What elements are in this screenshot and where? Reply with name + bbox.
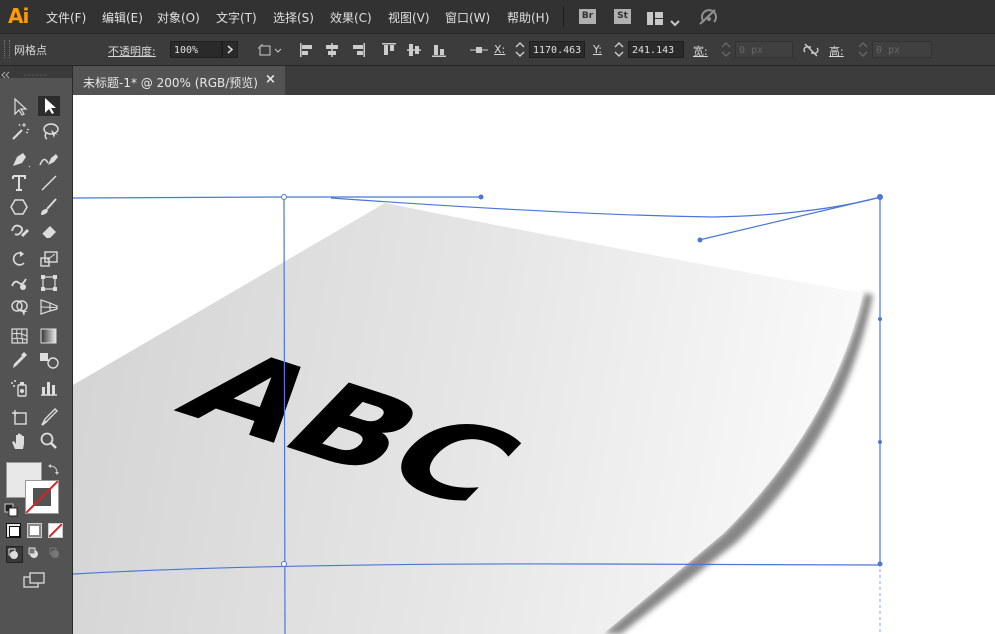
default-fill-stroke-icon[interactable] <box>4 502 18 521</box>
graph-tool-icon[interactable] <box>38 378 60 398</box>
shape-tool-icon[interactable] <box>9 197 31 217</box>
app-logo: Ai <box>8 4 29 28</box>
hand-tool-icon[interactable] <box>9 431 31 451</box>
stroke-swatch[interactable] <box>25 480 59 514</box>
tools-panel <box>0 66 73 634</box>
warp-tool-icon[interactable] <box>9 273 31 293</box>
chevron-down-icon[interactable] <box>670 12 680 31</box>
pen-tool-icon[interactable] <box>9 149 31 169</box>
color-mode-button[interactable] <box>6 523 21 538</box>
align-vertical-center-icon[interactable] <box>406 42 422 58</box>
artboard-canvas[interactable]: ABC <box>73 95 995 634</box>
width-field: 0 px <box>735 41 793 58</box>
workspace-switcher-icon[interactable] <box>647 10 663 25</box>
y-field[interactable]: 241.143 <box>628 41 684 58</box>
bridge-button[interactable]: Br <box>579 9 596 24</box>
menu-edit[interactable]: 编辑(E) <box>102 9 143 26</box>
menu-object[interactable]: 对象(O) <box>157 9 200 26</box>
width-label: 宽: <box>693 45 708 58</box>
paintbrush-icon[interactable] <box>38 197 60 217</box>
mesh-tool-icon[interactable] <box>9 326 31 346</box>
constrain-proportions-icon[interactable] <box>803 42 819 58</box>
scale-tool-icon[interactable] <box>38 249 60 269</box>
artboard-tool-icon[interactable] <box>9 407 31 427</box>
eyedropper-icon[interactable] <box>9 350 31 370</box>
opacity-label[interactable]: 不透明度: <box>108 43 156 59</box>
align-horizontal-center-icon[interactable] <box>324 42 340 58</box>
transform-reference-icon[interactable] <box>258 42 284 58</box>
menu-separator <box>563 6 564 27</box>
perspective-grid-icon[interactable] <box>38 297 60 317</box>
menu-type[interactable]: 文字(T) <box>216 9 257 26</box>
y-label: Y: <box>593 43 602 56</box>
symbol-sprayer-icon[interactable] <box>9 378 31 398</box>
x-field[interactable]: 1170.463 <box>529 41 585 58</box>
type-tool-icon[interactable] <box>9 173 31 193</box>
blend-tool-icon[interactable] <box>38 350 60 370</box>
control-bar: 网格点 不透明度: 100% X: 1170.463 Y: 241.143 宽:… <box>0 33 995 66</box>
close-tab-icon[interactable]: × <box>265 72 276 87</box>
menu-select[interactable]: 选择(S) <box>273 9 314 26</box>
gradient-mode-button[interactable] <box>27 523 42 538</box>
x-stepper[interactable] <box>513 41 527 58</box>
screen-mode-icon[interactable] <box>23 571 45 589</box>
none-mode-button[interactable] <box>48 523 63 538</box>
magic-wand-icon[interactable] <box>9 121 31 141</box>
align-left-icon[interactable] <box>299 42 315 58</box>
control-bar-grip[interactable] <box>4 40 10 58</box>
free-transform-icon[interactable] <box>38 273 60 293</box>
menu-window[interactable]: 窗口(W) <box>445 9 490 26</box>
eraser-icon[interactable] <box>38 221 60 241</box>
gpu-performance-icon[interactable] <box>697 6 719 32</box>
document-tab-title: 未标题-1* @ 200% (RGB/预览) <box>83 76 258 90</box>
draw-inside-icon[interactable] <box>48 546 63 561</box>
document-tab-bar: 未标题-1* @ 200% (RGB/预览) × <box>73 66 995 95</box>
tools-panel-grip[interactable] <box>0 66 72 79</box>
opacity-field[interactable]: 100% <box>170 41 222 58</box>
height-label: 高: <box>829 45 844 58</box>
align-right-icon[interactable] <box>350 42 366 58</box>
document-tab[interactable]: 未标题-1* @ 200% (RGB/预览) × <box>73 66 285 95</box>
lasso-icon[interactable] <box>38 121 60 141</box>
rotate-tool-icon[interactable] <box>9 249 31 269</box>
menu-bar: Ai 文件(F) 编辑(E) 对象(O) 文字(T) 选择(S) 效果(C) 视… <box>0 0 995 33</box>
align-top-icon[interactable] <box>381 42 397 58</box>
shape-builder-icon[interactable] <box>9 297 31 317</box>
opacity-arrow-button[interactable] <box>222 41 238 58</box>
menu-effect[interactable]: 效果(C) <box>330 9 372 26</box>
swap-fill-stroke-icon[interactable] <box>47 462 61 481</box>
y-stepper[interactable] <box>612 41 626 58</box>
line-tool-icon[interactable] <box>38 173 60 193</box>
direct-selection-tool-icon[interactable] <box>38 96 60 116</box>
stock-button[interactable]: St <box>614 9 631 24</box>
menu-view[interactable]: 视图(V) <box>388 9 430 26</box>
slice-tool-icon[interactable] <box>38 407 60 427</box>
reference-point-icon[interactable] <box>469 42 489 58</box>
width-stepper <box>719 41 733 58</box>
selection-type-label: 网格点 <box>14 44 47 57</box>
height-field: 0 px <box>872 41 932 58</box>
menu-file[interactable]: 文件(F) <box>46 9 86 26</box>
menu-help[interactable]: 帮助(H) <box>507 9 549 26</box>
gradient-tool-icon[interactable] <box>38 326 60 346</box>
draw-behind-icon[interactable] <box>27 546 42 561</box>
curvature-tool-icon[interactable] <box>38 149 60 169</box>
artwork: ABC <box>73 194 883 634</box>
align-bottom-icon[interactable] <box>431 42 447 58</box>
zoom-tool-icon[interactable] <box>38 431 60 451</box>
selection-tool-icon[interactable] <box>9 97 31 117</box>
height-stepper <box>856 41 870 58</box>
draw-normal-icon[interactable] <box>6 546 23 563</box>
shaper-tool-icon[interactable] <box>9 221 31 241</box>
x-label: X: <box>494 43 506 56</box>
